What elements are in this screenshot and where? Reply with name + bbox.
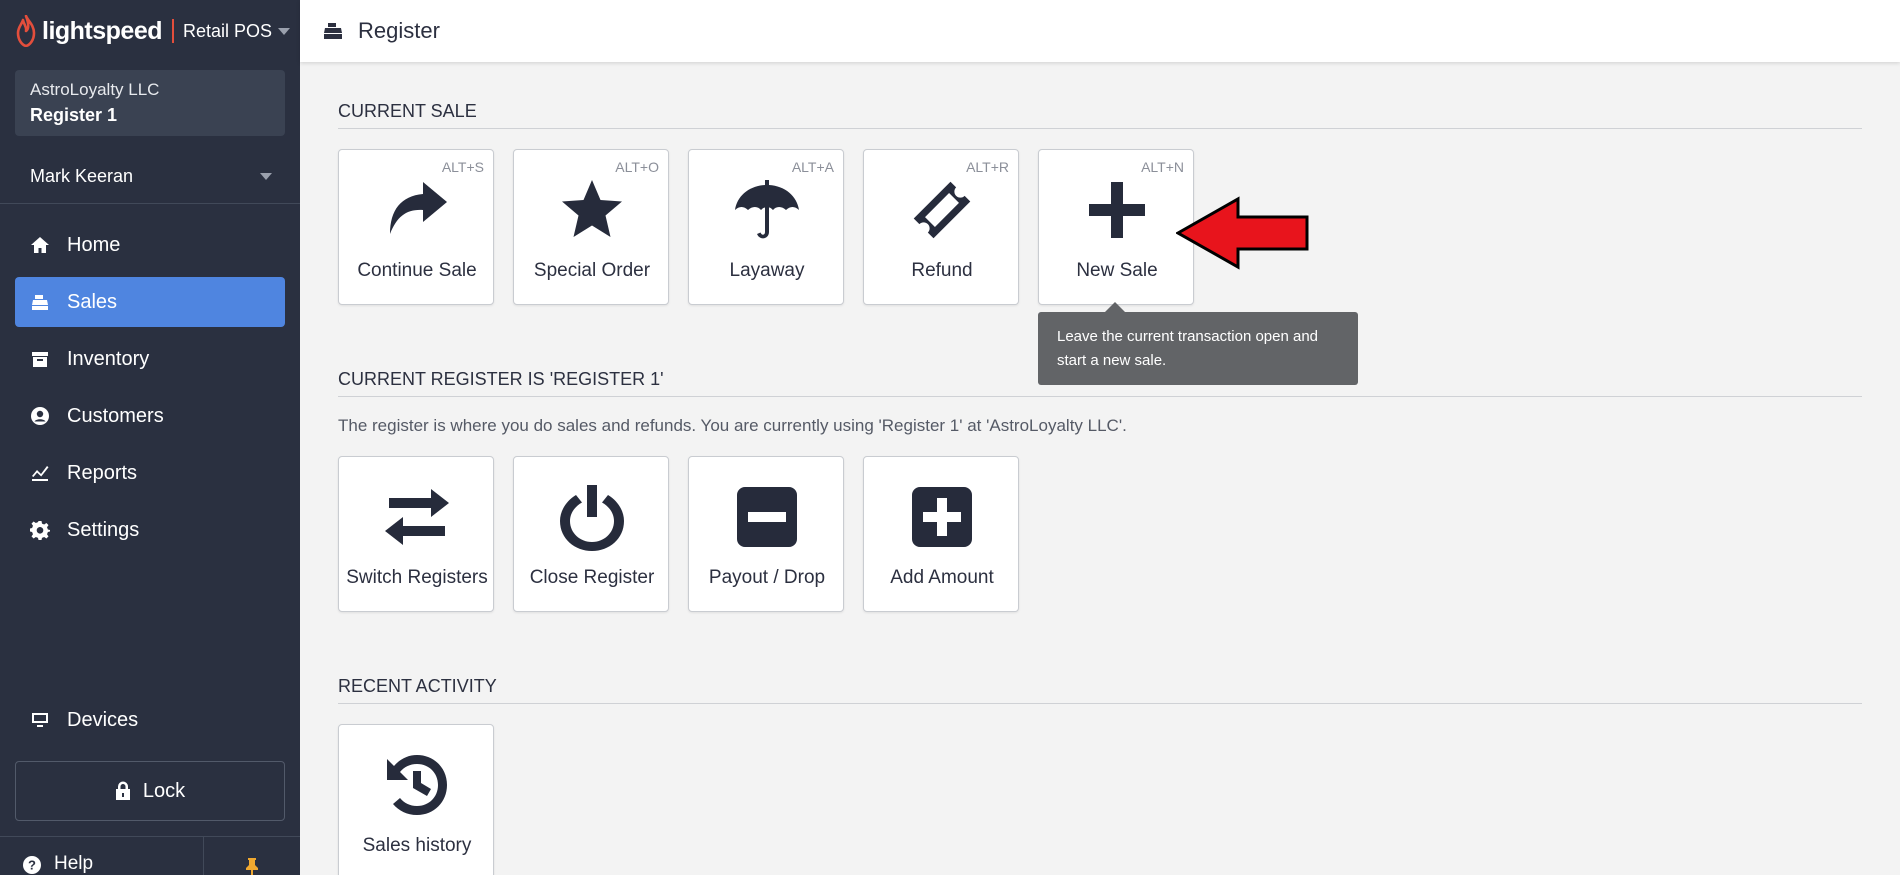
tile-label: Sales history — [362, 835, 472, 856]
sales-history-button[interactable]: Sales history — [338, 724, 494, 875]
shortcut-label: ALT+A — [791, 159, 834, 175]
sidebar-item-label: Inventory — [67, 347, 150, 370]
monitor-icon — [29, 709, 51, 731]
sidebar-item-label: Customers — [67, 404, 164, 427]
sidebar-footer: ? Help — [0, 836, 300, 875]
tile-label: Close Register — [529, 567, 655, 588]
brand-product: Retail POS — [183, 20, 273, 41]
help-icon: ? — [23, 856, 41, 874]
minus-square-icon — [689, 483, 845, 551]
store-name: AstroLoyalty LLC — [30, 80, 160, 99]
umbrella-icon — [689, 176, 845, 244]
special-order-button[interactable]: ALT+O Special Order — [513, 149, 669, 305]
svg-text:?: ? — [28, 858, 36, 873]
sidebar-item-reports[interactable]: Reports — [15, 448, 285, 498]
switch-arrows-icon — [339, 483, 495, 551]
lock-label: Lock — [142, 779, 186, 802]
register-name: Register 1 — [30, 105, 118, 125]
shortcut-label: ALT+N — [1141, 159, 1184, 175]
home-icon — [29, 234, 51, 256]
register-description: The register is where you do sales and r… — [338, 416, 1127, 435]
inventory-icon — [29, 348, 51, 370]
sidebar-item-label: Devices — [67, 708, 139, 731]
tile-label: New Sale — [1076, 260, 1158, 281]
continue-sale-button[interactable]: ALT+S Continue Sale — [338, 149, 494, 305]
sidebar-item-label: Home — [67, 233, 121, 256]
refund-button[interactable]: ALT+R Refund — [863, 149, 1019, 305]
customer-icon — [29, 405, 51, 427]
pin-button[interactable] — [204, 837, 300, 875]
sidebar-item-devices[interactable]: Devices — [15, 695, 285, 745]
new-sale-button[interactable]: ALT+N New Sale — [1038, 149, 1194, 305]
lock-icon — [115, 781, 130, 800]
brand-name: lightspeed — [42, 16, 163, 45]
switch-registers-button[interactable]: Switch Registers — [338, 456, 494, 612]
tile-label: Special Order — [533, 260, 651, 281]
brand-header[interactable]: lightspeed Retail POS — [0, 0, 300, 62]
sidebar-item-label: Sales — [67, 290, 118, 313]
sidebar-item-settings[interactable]: Settings — [15, 505, 285, 555]
sidebar-item-inventory[interactable]: Inventory — [15, 334, 285, 384]
payout-drop-button[interactable]: Payout / Drop — [688, 456, 844, 612]
pin-icon — [246, 858, 258, 875]
plus-icon — [1039, 176, 1195, 244]
top-header: Register — [300, 0, 1900, 62]
tile-label: Payout / Drop — [708, 567, 826, 588]
shortcut-label: ALT+S — [441, 159, 484, 175]
tile-label: Continue Sale — [357, 260, 477, 281]
brand-divider — [172, 19, 175, 43]
power-icon — [514, 483, 670, 551]
sidebar-item-sales[interactable]: Sales — [15, 277, 285, 327]
sidebar-nav: Home Sales Inventory Customers Reports S… — [15, 220, 285, 562]
store-register-box[interactable]: AstroLoyalty LLC Register 1 — [15, 70, 285, 136]
tile-label: Switch Registers — [346, 567, 488, 588]
layaway-button[interactable]: ALT+A Layaway — [688, 149, 844, 305]
chevron-down-icon[interactable] — [278, 27, 291, 35]
register-icon — [29, 291, 51, 313]
chevron-down-icon — [260, 173, 272, 180]
ticket-icon — [864, 176, 1020, 244]
history-icon — [339, 751, 495, 819]
sidebar-item-label: Settings — [67, 518, 140, 541]
tile-label: Refund — [911, 260, 973, 281]
sidebar: lightspeed Retail POS AstroLoyalty LLC R… — [0, 0, 300, 875]
shortcut-label: ALT+R — [966, 159, 1009, 175]
help-button[interactable]: ? Help — [0, 837, 204, 875]
plus-square-icon — [864, 483, 1020, 551]
share-arrow-icon — [339, 176, 495, 244]
lightspeed-logo-icon — [16, 15, 36, 47]
add-amount-button[interactable]: Add Amount — [863, 456, 1019, 612]
section-current-register: CURRENT REGISTER IS 'REGISTER 1' — [338, 369, 1862, 397]
sidebar-item-customers[interactable]: Customers — [15, 391, 285, 441]
close-register-button[interactable]: Close Register — [513, 456, 669, 612]
sidebar-item-home[interactable]: Home — [15, 220, 285, 270]
shortcut-label: ALT+O — [615, 159, 659, 175]
user-name: Mark Keeran — [30, 166, 134, 186]
sidebar-item-label: Reports — [67, 461, 138, 484]
section-current-sale: CURRENT SALE — [338, 101, 1862, 129]
user-menu[interactable]: Mark Keeran — [0, 150, 300, 204]
tile-label: Add Amount — [890, 567, 994, 588]
register-icon — [324, 23, 342, 39]
lock-button[interactable]: Lock — [15, 761, 285, 821]
tile-label: Layaway — [729, 260, 805, 281]
page-title: Register — [358, 18, 440, 43]
star-icon — [514, 176, 670, 244]
reports-icon — [29, 462, 51, 484]
red-arrow-annotation-icon — [1176, 196, 1309, 270]
help-label: Help — [54, 853, 94, 874]
gear-icon — [29, 519, 51, 541]
section-recent-activity: RECENT ACTIVITY — [338, 676, 1862, 704]
